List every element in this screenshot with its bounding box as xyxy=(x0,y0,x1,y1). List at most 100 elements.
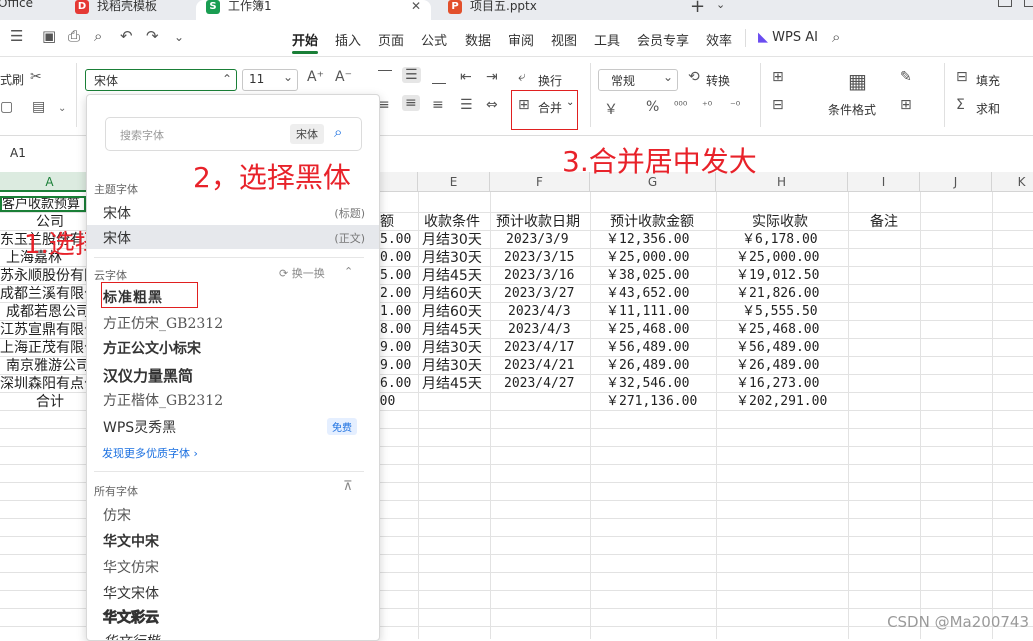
refresh-button[interactable]: ⟳ 换一换 xyxy=(279,265,325,281)
menu-toggle-icon[interactable]: ☰ xyxy=(10,27,23,45)
window-icon[interactable] xyxy=(1024,0,1033,7)
wrap-icon[interactable]: ⤶ xyxy=(518,69,526,85)
row-date: 2023/4/21 xyxy=(504,358,575,373)
sum-label[interactable]: 求和 xyxy=(976,100,1000,117)
align-bottom-icon[interactable]: ⎽ xyxy=(432,69,446,85)
chevron-up-icon[interactable]: ⌃ xyxy=(222,72,232,86)
row-date: 2023/3/9 xyxy=(506,232,569,247)
distributed-icon[interactable]: ⇔ xyxy=(486,97,498,113)
menu-member[interactable]: 会员专享 xyxy=(637,30,689,49)
currency-icon[interactable]: ￥ xyxy=(604,99,618,119)
align-right-icon[interactable]: ≡ xyxy=(432,97,444,113)
font-option-fangzheng-fangsong[interactable]: 方正仿宋_GB2312 xyxy=(103,313,223,333)
percent-icon[interactable]: % xyxy=(646,99,659,115)
add-tab-button[interactable]: + xyxy=(690,0,705,17)
font-option-hanyi-liliang[interactable]: 汉仪力量黑简 xyxy=(103,365,193,386)
thousands-icon[interactable]: ⁰⁰⁰ xyxy=(674,99,687,112)
cell-a1-selected[interactable]: 客户收款预算 xyxy=(0,196,86,212)
increase-font-icon[interactable]: A⁺ xyxy=(307,69,324,85)
align-top-icon[interactable]: ⎺ xyxy=(378,69,392,85)
fill-icon[interactable]: ⊟ xyxy=(956,69,968,85)
header-actual: 实际收款 xyxy=(752,214,808,230)
increase-decimal-icon[interactable]: ⁺⁰ xyxy=(702,99,712,112)
decrease-decimal-icon[interactable]: ⁻⁰ xyxy=(730,99,740,112)
indent-decrease-icon[interactable]: ⇤ xyxy=(460,69,472,85)
row-column-icon[interactable]: ⊞ xyxy=(772,69,784,85)
redo-icon[interactable]: ↷ xyxy=(146,27,159,45)
menu-efficiency[interactable]: 效率 xyxy=(706,30,732,49)
chevron-down-icon[interactable]: ⌄ xyxy=(283,70,293,84)
font-search-input[interactable]: 搜索字体 宋体 ⌕ xyxy=(105,117,362,151)
tab-workbook[interactable]: S 工作簿1 ✕ xyxy=(196,0,431,20)
indent-increase-icon[interactable]: ⇥ xyxy=(486,69,498,85)
name-box[interactable]: A1 xyxy=(10,146,26,160)
save-icon[interactable]: ▣ xyxy=(42,27,56,45)
font-option-huawen-zhongsong[interactable]: 华文中宋 xyxy=(103,531,159,551)
wrap-label[interactable]: 换行 xyxy=(538,72,562,89)
close-icon[interactable]: ✕ xyxy=(411,0,421,12)
column-header-e[interactable]: E xyxy=(418,172,490,192)
menu-page[interactable]: 页面 xyxy=(378,30,404,49)
cell-style-icon[interactable]: ✎ xyxy=(900,69,912,85)
font-name-input[interactable]: 宋体 ⌃ xyxy=(85,69,237,91)
print-icon[interactable]: ⎙ xyxy=(68,27,80,45)
discover-more-link[interactable]: 发现更多优质字体 › xyxy=(102,445,198,461)
paste-icon[interactable]: ▤ xyxy=(32,99,45,115)
cut-icon[interactable]: ✂ xyxy=(30,69,42,85)
font-option-title[interactable]: 宋体 (标题) xyxy=(87,201,379,223)
paste-chevron-icon[interactable]: ⌄ xyxy=(58,103,66,114)
tab-pptx[interactable]: P 项目五.pptx xyxy=(440,0,670,20)
search-icon[interactable]: ⌕ xyxy=(832,28,840,46)
print-preview-icon[interactable]: ⌕ xyxy=(94,27,102,45)
window-restore-icon[interactable] xyxy=(998,0,1012,7)
menu-review[interactable]: 审阅 xyxy=(508,30,534,49)
wps-ai-icon: ◣ xyxy=(758,30,768,45)
border-icon[interactable]: ⊞ xyxy=(900,97,912,113)
convert-icon[interactable]: ⟲ xyxy=(688,69,700,85)
font-option-wps-lingxiu[interactable]: WPS灵秀黑 xyxy=(103,417,176,437)
font-option-fangsong[interactable]: 仿宋 xyxy=(103,505,131,525)
font-option-huawen-fangsong[interactable]: 华文仿宋 xyxy=(103,557,159,577)
format-painter-label[interactable]: 式刷 xyxy=(0,71,24,88)
column-header-i[interactable]: I xyxy=(848,172,920,192)
menu-data[interactable]: 数据 xyxy=(465,30,491,49)
column-header-a[interactable]: A xyxy=(0,172,100,192)
font-option-huawen-songti[interactable]: 华文宋体 xyxy=(103,583,159,603)
align-middle-icon[interactable]: ☰ xyxy=(402,67,421,83)
conditional-format-label[interactable]: 条件格式 xyxy=(828,101,876,118)
font-option-huawen-xingkai[interactable]: 华文行楷 xyxy=(103,631,159,640)
menu-view[interactable]: 视图 xyxy=(551,30,577,49)
copy-icon[interactable]: ▢ xyxy=(0,99,13,115)
column-header-k[interactable]: K xyxy=(992,172,1033,192)
quick-access-chevron-icon[interactable]: ⌄ xyxy=(174,30,184,44)
font-option-body-selected[interactable]: 宋体 (正文) xyxy=(87,225,379,249)
convert-label[interactable]: 转换 xyxy=(706,72,730,89)
menu-formula[interactable]: 公式 xyxy=(421,30,447,49)
tab-list-chevron-icon[interactable]: ⌄ xyxy=(716,0,725,11)
chevron-up-icon[interactable]: ⌃ xyxy=(344,265,353,278)
decrease-font-icon[interactable]: A⁻ xyxy=(335,69,352,85)
undo-icon[interactable]: ↶ xyxy=(120,27,133,45)
worksheet-icon[interactable]: ⊟ xyxy=(772,97,784,113)
tab-template[interactable]: D 找稻壳模板 xyxy=(75,0,190,20)
search-icon[interactable]: ⌕ xyxy=(334,123,342,141)
justify-icon[interactable]: ☰ xyxy=(460,97,473,113)
number-format-select[interactable]: 常规 ⌄ xyxy=(598,69,678,91)
font-size-input[interactable]: 11 ⌄ xyxy=(242,69,298,91)
column-header-j[interactable]: J xyxy=(920,172,992,192)
tab-pptx-label: 项目五.pptx xyxy=(470,0,537,13)
menu-home[interactable]: 开始 xyxy=(292,30,319,54)
tab-office[interactable]: Office xyxy=(0,0,55,20)
font-option-huawen-caiyun[interactable]: 华文彩云 xyxy=(103,607,160,627)
menu-tools[interactable]: 工具 xyxy=(594,30,620,49)
ribbon-divider xyxy=(760,63,761,127)
collapse-top-icon[interactable]: ⊼ xyxy=(343,479,353,494)
font-option-fangzheng-kaiti[interactable]: 方正楷体_GB2312 xyxy=(103,390,223,410)
menu-insert[interactable]: 插入 xyxy=(335,30,361,49)
wps-ai-button[interactable]: ◣ WPS AI xyxy=(758,30,818,45)
fill-label[interactable]: 填充 xyxy=(976,72,1000,89)
font-option-fangzheng-xiaobiaosong[interactable]: 方正公文小标宋 xyxy=(103,338,201,358)
sum-icon[interactable]: Σ xyxy=(956,97,965,113)
align-center-icon[interactable]: ≡ xyxy=(402,95,420,111)
conditional-format-icon[interactable]: ▦ xyxy=(848,69,867,93)
